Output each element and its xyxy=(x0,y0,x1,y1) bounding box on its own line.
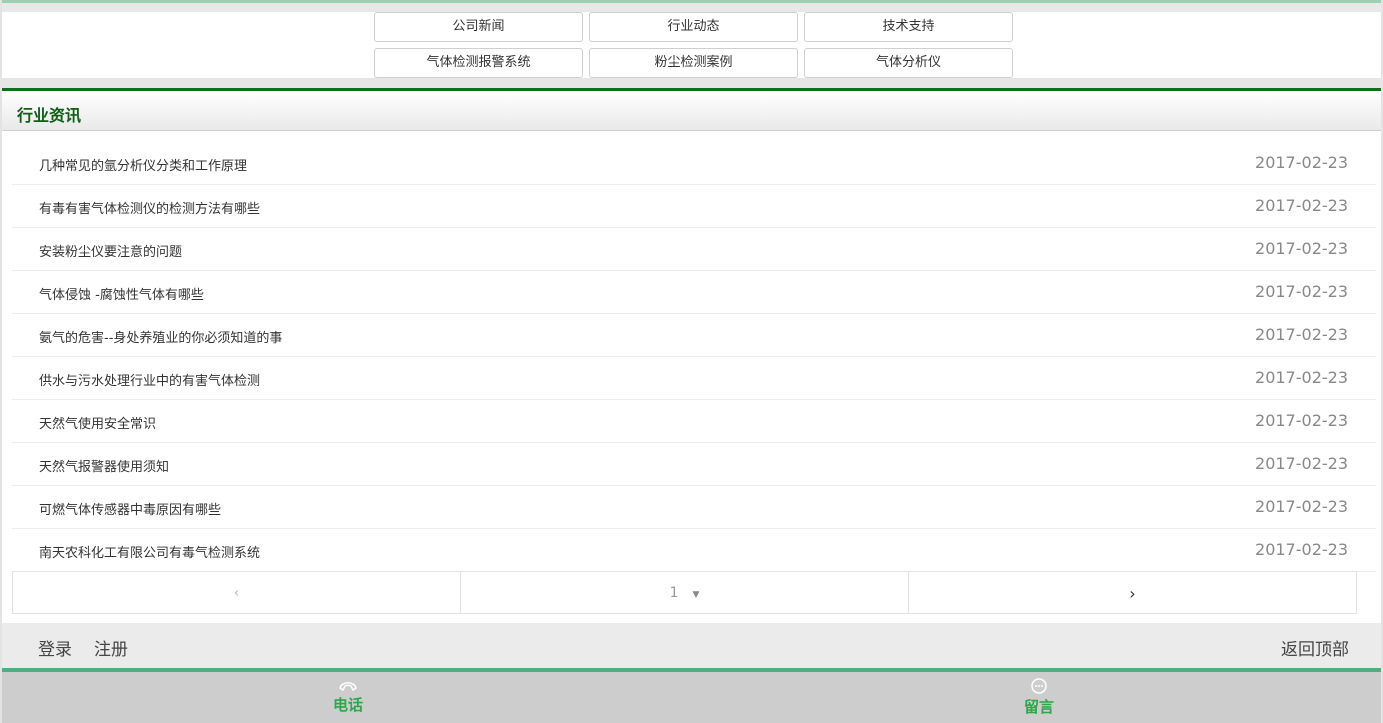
list-item[interactable]: 几种常见的氩分析仪分类和工作原理 2017-02-23 xyxy=(12,142,1376,185)
list-item[interactable]: 安装粉尘仪要注意的问题 2017-02-23 xyxy=(12,228,1376,271)
news-date: 2017-02-23 xyxy=(1255,454,1348,473)
news-date: 2017-02-23 xyxy=(1255,239,1348,258)
nav-tech-support[interactable]: 技术支持 xyxy=(804,12,1013,42)
tab-message-label: 留言 xyxy=(1023,698,1054,716)
news-date: 2017-02-23 xyxy=(1255,282,1348,301)
list-item[interactable]: 有毒有害气体检测仪的检测方法有哪些 2017-02-23 xyxy=(12,185,1376,228)
news-title[interactable]: 有毒有害气体检测仪的检测方法有哪些 xyxy=(39,198,260,217)
news-title[interactable]: 天然气使用安全常识 xyxy=(39,413,156,432)
news-date: 2017-02-23 xyxy=(1255,153,1348,172)
nav-gas-analyzer[interactable]: 气体分析仪 xyxy=(804,48,1013,78)
news-date: 2017-02-23 xyxy=(1255,368,1348,387)
list-item[interactable]: 供水与污水处理行业中的有害气体检测 2017-02-23 xyxy=(12,357,1376,400)
prev-page-button[interactable]: ‹ xyxy=(13,572,461,613)
news-title[interactable]: 可燃气体传感器中毒原因有哪些 xyxy=(39,499,221,518)
list-item[interactable]: 可燃气体传感器中毒原因有哪些 2017-02-23 xyxy=(12,486,1376,529)
section-title: 行业资讯 xyxy=(17,106,82,125)
section-header: 行业资讯 xyxy=(2,88,1381,131)
tab-message[interactable]: 留言 xyxy=(979,672,1099,717)
phone-icon xyxy=(339,682,357,692)
news-title[interactable]: 天然气报警器使用须知 xyxy=(39,456,169,475)
tab-phone-label: 电话 xyxy=(332,696,363,714)
nav-company-news[interactable]: 公司新闻 xyxy=(374,12,583,42)
news-date: 2017-02-23 xyxy=(1255,540,1348,559)
register-link[interactable]: 注册 xyxy=(94,635,128,660)
list-item[interactable]: 气体侵蚀 -腐蚀性气体有哪些 2017-02-23 xyxy=(12,271,1376,314)
news-list: 几种常见的氩分析仪分类和工作原理 2017-02-23 有毒有害气体检测仪的检测… xyxy=(12,142,1376,572)
news-date: 2017-02-23 xyxy=(1255,411,1348,430)
footer-bar: 登录 注册 返回顶部 xyxy=(2,623,1381,668)
current-page-number: 1 xyxy=(669,585,679,601)
news-title[interactable]: 气体侵蚀 -腐蚀性气体有哪些 xyxy=(39,284,204,303)
top-stripe xyxy=(0,0,1383,12)
news-title[interactable]: 几种常见的氩分析仪分类和工作原理 xyxy=(39,155,247,174)
list-item[interactable]: 南天农科化工有限公司有毒气检测系统 2017-02-23 xyxy=(12,529,1376,572)
back-to-top-link[interactable]: 返回顶部 xyxy=(1281,635,1349,660)
bottom-tab-bar: 电话 留言 xyxy=(2,668,1381,723)
news-title[interactable]: 氨气的危害--身处养殖业的你必须知道的事 xyxy=(39,327,282,346)
nav-industry-news[interactable]: 行业动态 xyxy=(589,12,798,42)
next-page-button[interactable]: › xyxy=(909,572,1356,613)
list-item[interactable]: 天然气报警器使用须知 2017-02-23 xyxy=(12,443,1376,486)
news-title[interactable]: 供水与污水处理行业中的有害气体检测 xyxy=(39,370,260,389)
caret-down-icon: ▼ xyxy=(692,590,700,600)
tab-phone[interactable]: 电话 xyxy=(288,672,408,715)
page-select[interactable]: 1 ▼ xyxy=(461,572,909,613)
nav-gas-alarm-system[interactable]: 气体检测报警系统 xyxy=(374,48,583,78)
nav-dust-cases[interactable]: 粉尘检测案例 xyxy=(589,48,798,78)
list-item[interactable]: 氨气的危害--身处养殖业的你必须知道的事 2017-02-23 xyxy=(12,314,1376,357)
news-date: 2017-02-23 xyxy=(1255,196,1348,215)
news-date: 2017-02-23 xyxy=(1255,497,1348,516)
separator-band xyxy=(0,78,1383,88)
login-link[interactable]: 登录 xyxy=(38,635,72,660)
pagination: ‹ 1 ▼ › xyxy=(12,571,1357,614)
chat-bubble-icon xyxy=(1031,678,1047,694)
news-title[interactable]: 安装粉尘仪要注意的问题 xyxy=(39,241,182,260)
news-title[interactable]: 南天农科化工有限公司有毒气检测系统 xyxy=(39,542,260,561)
news-date: 2017-02-23 xyxy=(1255,325,1348,344)
list-item[interactable]: 天然气使用安全常识 2017-02-23 xyxy=(12,400,1376,443)
